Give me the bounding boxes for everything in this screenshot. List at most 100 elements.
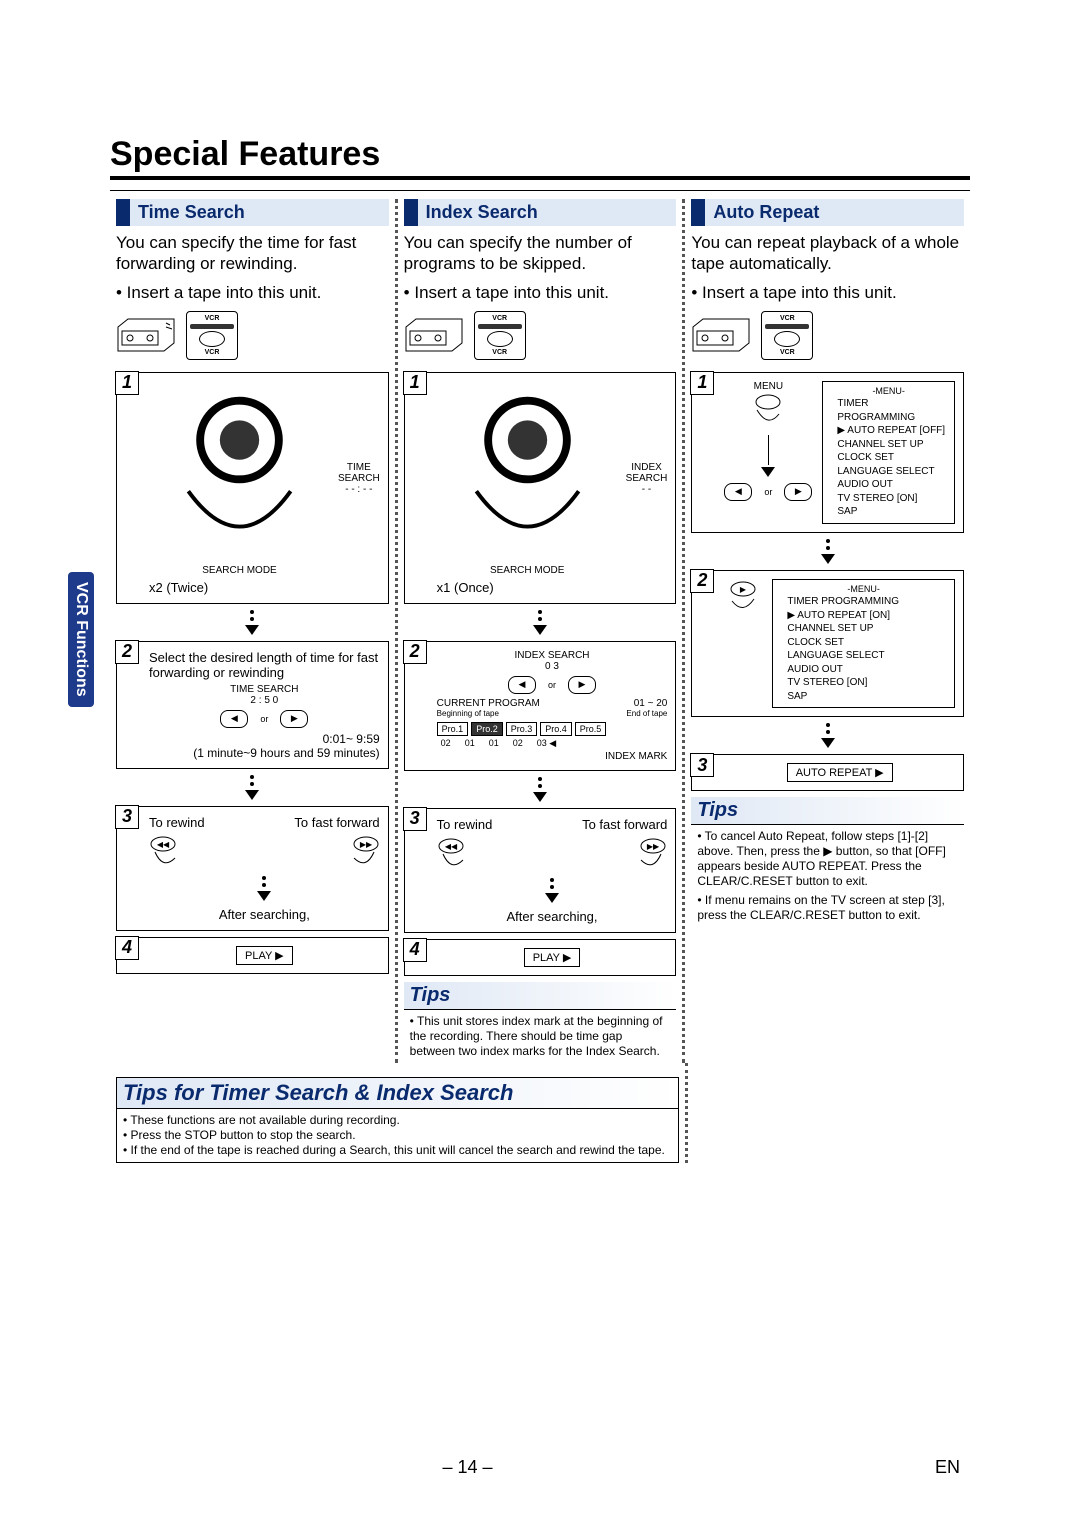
step2-text: Select the desired length of time for fa… <box>149 650 380 680</box>
menu-title: -MENU- <box>779 584 948 596</box>
svg-text:▶▶: ▶▶ <box>360 840 373 849</box>
step-number: 1 <box>115 371 139 395</box>
svg-text:◀◀: ◀◀ <box>445 842 458 851</box>
auto-step-1: 1 MENU ◀ or ▶ <box>691 372 964 533</box>
cassette-icon <box>404 317 464 353</box>
arrow-down-icon <box>821 554 835 564</box>
bottom-tips-heading: Tips for Timer Search & Index Search <box>117 1078 678 1109</box>
step-number: 3 <box>690 753 714 777</box>
lang-tag: EN <box>935 1457 960 1478</box>
rewind-button-icon: ◀◀ <box>149 834 187 872</box>
osd-title: INDEX SEARCH <box>626 462 668 484</box>
tips-body: • This unit stores index mark at the beg… <box>404 1010 677 1063</box>
vcr-unit-icon: VCR VCR <box>186 311 238 360</box>
tip-line: • Press the STOP button to stop the sear… <box>123 1128 672 1143</box>
rule <box>110 190 970 191</box>
step-number: 1 <box>403 371 427 395</box>
tip-line: • If the end of the tape is reached duri… <box>123 1143 672 1158</box>
search-mode-label: SEARCH MODE <box>149 565 330 576</box>
begin-label: Beginning of tape <box>437 709 499 718</box>
tips-body: • To cancel Auto Repeat, follow steps [1… <box>691 825 964 927</box>
menu-title: -MENU- <box>829 386 948 398</box>
section-tab: VCR Functions <box>68 572 94 707</box>
arrow-down-icon <box>545 893 559 903</box>
right-button-icon: ▶ <box>784 483 812 501</box>
end-label: End of tape <box>626 709 667 718</box>
search-mode-button <box>149 549 330 565</box>
step-number: 4 <box>115 936 139 960</box>
index-step-1: 1 SEARCH MODE INDEX SEARCH - - <box>404 372 677 604</box>
right-button-icon: ▶ <box>724 579 762 617</box>
arrow-down-icon <box>245 625 259 635</box>
col-auto-repeat: Auto Repeat You can repeat playback of a… <box>685 199 970 1063</box>
svg-text:▶▶: ▶▶ <box>647 842 660 851</box>
auto-step-3: 3 AUTO REPEAT ▶ <box>691 754 964 791</box>
press-count: x2 (Twice) <box>149 580 380 595</box>
step-number: 2 <box>403 640 427 664</box>
time-step-1: 1 SEARCH MODE TIME SEARCH - - : - - <box>116 372 389 604</box>
step-number: 2 <box>115 640 139 664</box>
play-indicator: PLAY ▶ <box>236 946 293 965</box>
tips-heading: Tips <box>404 982 677 1010</box>
index-num-row: 02 01 01 02 03 ◀ <box>437 736 668 751</box>
search-mode-button <box>437 549 618 565</box>
time-range: 0:01~ 9:59 <box>149 732 380 746</box>
page-number: – 14 – <box>442 1457 492 1478</box>
index-step-4: 4 PLAY ▶ <box>404 939 677 976</box>
or-label: or <box>260 714 268 724</box>
step-number: 4 <box>403 938 427 962</box>
col-time-search: Time Search You can specify the time for… <box>110 199 395 1063</box>
arrow-down-icon <box>821 738 835 748</box>
page-title: Special Features <box>110 135 970 180</box>
after-searching-label: After searching, <box>149 907 380 922</box>
vcr-unit-icon: VCR VCR <box>474 311 526 360</box>
cassette-icon <box>691 317 751 353</box>
fastforward-button-icon: ▶▶ <box>629 836 667 874</box>
osd-menu: -MENU- TIMER PROGRAMMING ▶ AUTO REPEAT [… <box>822 381 955 524</box>
col-index-search: Index Search You can specify the number … <box>398 199 683 1063</box>
auto-repeat-heading: Auto Repeat <box>691 199 964 226</box>
arrow-down-icon <box>533 625 547 635</box>
or-label: or <box>548 680 556 690</box>
time-step-2: 2 Select the desired length of time for … <box>116 641 389 769</box>
program-row: Pro.1 Pro.2 Pro.3 Pro.4 Pro.5 <box>437 722 668 736</box>
left-button-icon: ◀ <box>220 710 248 728</box>
time-step-3: 3 To rewind To fast forward ◀◀ ▶▶ <box>116 806 389 931</box>
osd-title: INDEX SEARCH <box>437 650 668 661</box>
menu-button-icon <box>749 392 787 430</box>
tips-heading: Tips <box>691 797 964 825</box>
fastforward-button-icon: ▶▶ <box>342 834 380 872</box>
arrow-down-icon <box>245 790 259 800</box>
osd-title: TIME SEARCH <box>338 462 380 484</box>
insert-tape-note: • Insert a tape into this unit. <box>691 283 964 303</box>
auto-repeat-intro: You can repeat playback of a whole tape … <box>691 232 964 275</box>
osd-value: 0 3 <box>437 661 668 672</box>
tip-line: • These functions are not available duri… <box>123 1113 672 1128</box>
index-search-intro: You can specify the number of programs t… <box>404 232 677 275</box>
right-button-icon: ▶ <box>568 676 596 694</box>
time-search-intro: You can specify the time for fast forwar… <box>116 232 389 275</box>
current-program-label: CURRENT PROGRAM <box>437 698 540 709</box>
auto-repeat-indicator: AUTO REPEAT ▶ <box>787 763 893 782</box>
index-range: 01 ~ 20 <box>634 698 668 709</box>
svg-text:▶: ▶ <box>740 585 747 594</box>
right-button-icon: ▶ <box>280 710 308 728</box>
bottom-tips: Tips for Timer Search & Index Search • T… <box>116 1077 679 1163</box>
play-indicator: PLAY ▶ <box>524 948 581 967</box>
after-searching-label: After searching, <box>437 909 668 924</box>
osd-title: TIME SEARCH <box>149 684 380 695</box>
insert-tape-note: • Insert a tape into this unit. <box>404 283 677 303</box>
press-count: x1 (Once) <box>437 580 668 595</box>
vcr-unit-icon: VCR VCR <box>761 311 813 360</box>
index-search-heading: Index Search <box>404 199 677 226</box>
to-rewind-label: To rewind <box>149 815 205 830</box>
rewind-button-icon: ◀◀ <box>437 836 475 874</box>
time-search-heading: Time Search <box>116 199 389 226</box>
step-number: 1 <box>690 371 714 395</box>
step-number: 2 <box>690 569 714 593</box>
menu-button-label: MENU <box>724 381 812 392</box>
arrow-down-icon <box>257 891 271 901</box>
time-step-4: 4 PLAY ▶ <box>116 937 389 974</box>
step-number: 3 <box>403 807 427 831</box>
or-label: or <box>764 487 772 497</box>
